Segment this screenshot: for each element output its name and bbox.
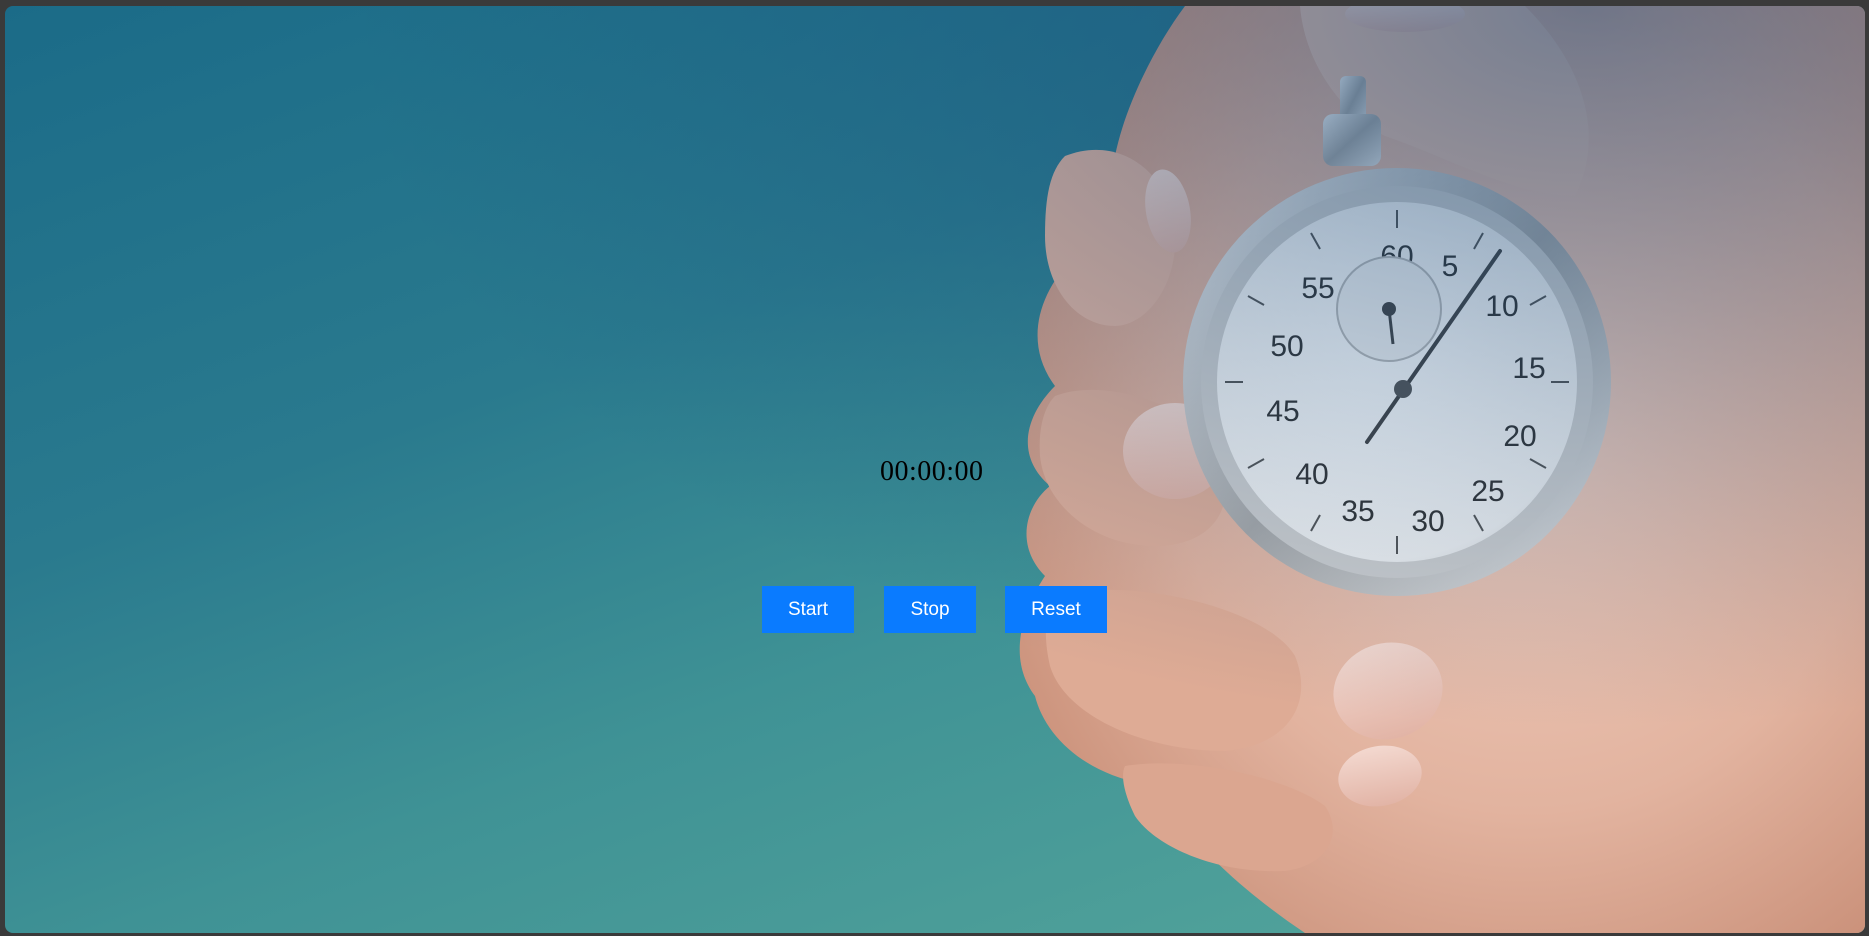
- dial-number-15: 15: [1512, 352, 1545, 385]
- dial-number-45: 45: [1266, 395, 1299, 428]
- dial-number-5: 5: [1442, 250, 1459, 283]
- dial-number-50: 50: [1270, 330, 1303, 363]
- stop-button[interactable]: Stop: [884, 586, 976, 633]
- dial-number-20: 20: [1503, 420, 1536, 453]
- dial-number-40: 40: [1295, 458, 1328, 491]
- reset-button[interactable]: Reset: [1005, 586, 1107, 633]
- dial-number-35: 35: [1341, 495, 1374, 528]
- app-window: 60 5 10 15 20 25 30 35 40 45 50 55 00:00…: [5, 6, 1865, 933]
- dial-number-55: 55: [1301, 272, 1334, 305]
- dial-number-30: 30: [1411, 505, 1444, 538]
- start-button[interactable]: Start: [762, 586, 854, 633]
- dial-number-25: 25: [1471, 475, 1504, 508]
- timer-display: 00:00:00: [880, 456, 984, 487]
- dial-number-10: 10: [1485, 290, 1518, 323]
